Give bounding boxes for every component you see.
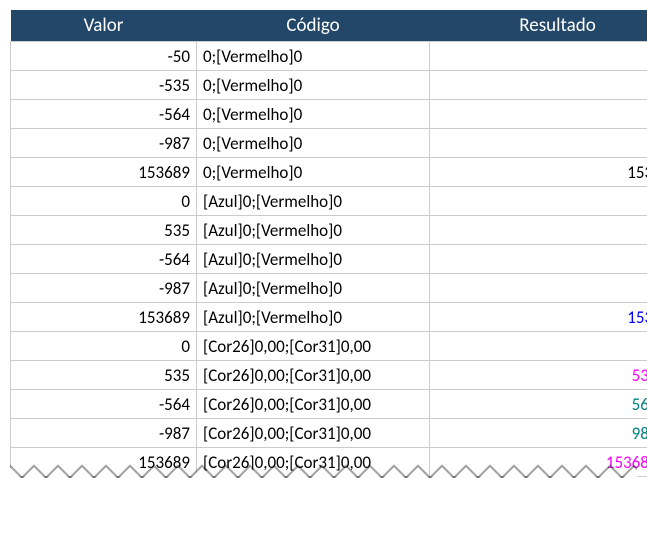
cell-codigo: [Cor26]0,00;[Cor31]0,00 bbox=[197, 448, 430, 477]
cell-valor: -987 bbox=[11, 129, 197, 158]
format-codes-table: Valor Código Resultado -500;[Vermelho]0-… bbox=[10, 10, 647, 477]
cell-valor: 0 bbox=[11, 332, 197, 361]
cell-valor: 153689 bbox=[11, 303, 197, 332]
table-row: -5640;[Vermelho]0-564 bbox=[11, 100, 647, 129]
table-body: -500;[Vermelho]0-50-5350;[Vermelho]0-535… bbox=[11, 42, 647, 477]
table-row: -564[Azul]0;[Vermelho]0564 bbox=[11, 245, 647, 274]
cell-resultado: 564 bbox=[430, 245, 647, 274]
table-wrapper: Valor Código Resultado -500;[Vermelho]0-… bbox=[10, 10, 637, 477]
cell-codigo: [Azul]0;[Vermelho]0 bbox=[197, 303, 430, 332]
table-row: -564[Cor26]0,00;[Cor31]0,00564,00 bbox=[11, 390, 647, 419]
cell-valor: -987 bbox=[11, 419, 197, 448]
cell-resultado: 153689 bbox=[430, 303, 647, 332]
cell-codigo: 0;[Vermelho]0 bbox=[197, 71, 430, 100]
cell-valor: -535 bbox=[11, 71, 197, 100]
cell-codigo: 0;[Vermelho]0 bbox=[197, 100, 430, 129]
table-row: -987[Azul]0;[Vermelho]0-987 bbox=[11, 274, 647, 303]
cell-resultado: -535 bbox=[430, 71, 647, 100]
cell-resultado: -987 bbox=[430, 129, 647, 158]
cell-codigo: [Cor26]0,00;[Cor31]0,00 bbox=[197, 390, 430, 419]
cell-codigo: [Azul]0;[Vermelho]0 bbox=[197, 274, 430, 303]
cell-resultado: 0,00 bbox=[430, 332, 647, 361]
table-row: 153689[Cor26]0,00;[Cor31]0,00153689,00 bbox=[11, 448, 647, 477]
table-row: -9870;[Vermelho]0-987 bbox=[11, 129, 647, 158]
cell-codigo: [Azul]0;[Vermelho]0 bbox=[197, 245, 430, 274]
header-valor: Valor bbox=[11, 10, 197, 42]
cell-valor: -50 bbox=[11, 42, 197, 71]
cell-codigo: [Cor26]0,00;[Cor31]0,00 bbox=[197, 361, 430, 390]
cell-valor: 0 bbox=[11, 187, 197, 216]
header-row: Valor Código Resultado bbox=[11, 10, 647, 42]
table-row: -987[Cor26]0,00;[Cor31]0,00987,00 bbox=[11, 419, 647, 448]
cell-codigo: [Azul]0;[Vermelho]0 bbox=[197, 187, 430, 216]
cell-resultado: 535 bbox=[430, 216, 647, 245]
cell-valor: 153689 bbox=[11, 448, 197, 477]
cell-resultado: 987,00 bbox=[430, 419, 647, 448]
cell-valor: -987 bbox=[11, 274, 197, 303]
cell-valor: -564 bbox=[11, 100, 197, 129]
cell-resultado: 153689 bbox=[430, 158, 647, 187]
table-row: 153689[Azul]0;[Vermelho]0153689 bbox=[11, 303, 647, 332]
table-row: 0[Cor26]0,00;[Cor31]0,000,00 bbox=[11, 332, 647, 361]
cell-resultado: 153689,00 bbox=[430, 448, 647, 477]
cell-valor: 153689 bbox=[11, 158, 197, 187]
cell-valor: 535 bbox=[11, 361, 197, 390]
table-row: 535[Azul]0;[Vermelho]0535 bbox=[11, 216, 647, 245]
cell-codigo: [Cor26]0,00;[Cor31]0,00 bbox=[197, 332, 430, 361]
cell-resultado: -987 bbox=[430, 274, 647, 303]
cell-resultado: 535,00 bbox=[430, 361, 647, 390]
table-row: 535[Cor26]0,00;[Cor31]0,00535,00 bbox=[11, 361, 647, 390]
header-codigo: Código bbox=[197, 10, 430, 42]
cell-codigo: 0;[Vermelho]0 bbox=[197, 129, 430, 158]
header-resultado: Resultado bbox=[430, 10, 647, 42]
table-row: -5350;[Vermelho]0-535 bbox=[11, 71, 647, 100]
cell-valor: 535 bbox=[11, 216, 197, 245]
table-row: 0[Azul]0;[Vermelho]00 bbox=[11, 187, 647, 216]
cell-resultado: 564,00 bbox=[430, 390, 647, 419]
cell-codigo: 0;[Vermelho]0 bbox=[197, 42, 430, 71]
cell-codigo: 0;[Vermelho]0 bbox=[197, 158, 430, 187]
cell-codigo: [Azul]0;[Vermelho]0 bbox=[197, 216, 430, 245]
cell-resultado: -564 bbox=[430, 100, 647, 129]
table-row: 1536890;[Vermelho]0153689 bbox=[11, 158, 647, 187]
table-row: -500;[Vermelho]0-50 bbox=[11, 42, 647, 71]
cell-codigo: [Cor26]0,00;[Cor31]0,00 bbox=[197, 419, 430, 448]
cell-valor: -564 bbox=[11, 390, 197, 419]
cell-resultado: -50 bbox=[430, 42, 647, 71]
cell-valor: -564 bbox=[11, 245, 197, 274]
cell-resultado: 0 bbox=[430, 187, 647, 216]
